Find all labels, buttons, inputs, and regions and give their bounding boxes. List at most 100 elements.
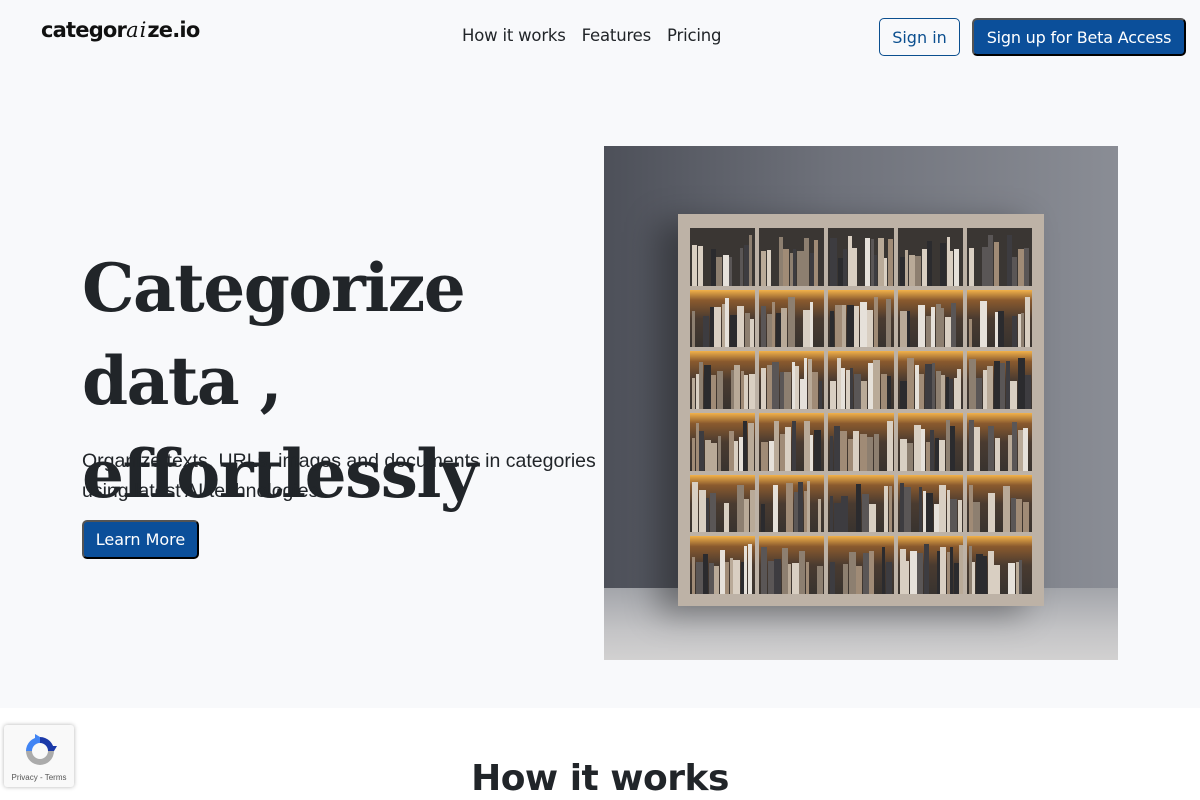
book: [968, 359, 976, 409]
book: [807, 481, 811, 533]
book: [979, 301, 987, 348]
book: [1019, 560, 1023, 594]
book: [781, 308, 788, 348]
book: [861, 494, 869, 533]
book: [1012, 421, 1018, 471]
book: [880, 374, 887, 409]
shelf-cell: [759, 289, 825, 348]
book: [867, 363, 873, 409]
book: [934, 437, 939, 471]
book: [795, 366, 800, 409]
book: [853, 374, 861, 409]
book: [761, 306, 767, 348]
book: [994, 437, 1000, 471]
book: [830, 381, 837, 409]
nav-link-features[interactable]: Features: [582, 26, 652, 45]
nav-link-how-it-works[interactable]: How it works: [462, 26, 566, 45]
book: [940, 547, 947, 594]
book: [736, 485, 744, 533]
book: [799, 379, 804, 409]
book: [750, 319, 754, 348]
book: [722, 254, 729, 286]
book: [981, 246, 988, 286]
book: [711, 375, 716, 409]
book: [968, 319, 972, 348]
section-title: How it works: [471, 758, 729, 799]
book: [779, 372, 784, 409]
book: [830, 562, 836, 594]
book: [716, 256, 722, 286]
shelf-cell: [759, 413, 825, 471]
book: [887, 376, 892, 409]
sign-in-button[interactable]: Sign in: [879, 18, 960, 56]
book: [748, 374, 755, 409]
book: [725, 562, 729, 594]
book: [873, 433, 879, 471]
recaptcha-links[interactable]: Privacy - Terms: [4, 773, 74, 782]
book: [728, 430, 734, 471]
book: [761, 250, 767, 286]
logo-prefix: categor: [41, 18, 127, 42]
book: [783, 248, 790, 286]
book: [885, 562, 892, 594]
book: [692, 244, 697, 286]
shelf-cell: [690, 536, 756, 594]
book: [704, 439, 711, 471]
book: [841, 496, 849, 533]
shelf-cell: [897, 474, 963, 533]
book: [913, 424, 921, 471]
book: [836, 358, 841, 409]
book: [709, 307, 714, 348]
book: [873, 297, 878, 348]
book: [710, 248, 716, 286]
shelf-cell: [828, 351, 894, 409]
book: [935, 304, 941, 348]
book: [692, 311, 695, 348]
book: [899, 311, 907, 348]
book: [725, 298, 729, 348]
shelf-cell: [828, 474, 894, 533]
book: [1017, 429, 1023, 471]
book: [931, 307, 936, 348]
book: [841, 368, 846, 409]
book: [737, 306, 744, 348]
book: [773, 485, 779, 533]
book: [904, 487, 912, 533]
book: [988, 493, 996, 533]
book: [953, 248, 959, 286]
book: [869, 504, 877, 533]
book: [768, 440, 774, 471]
book: [899, 256, 905, 286]
book: [714, 307, 721, 348]
book: [886, 420, 893, 471]
book: [1000, 363, 1006, 409]
recaptcha-badge[interactable]: Privacy - Terms: [4, 725, 74, 787]
book: [926, 493, 934, 533]
book: [933, 504, 939, 533]
book: [733, 560, 740, 594]
book: [743, 244, 749, 286]
logo[interactable]: categoraize.io: [41, 18, 200, 42]
book: [1005, 361, 1010, 409]
nav-link-pricing[interactable]: Pricing: [667, 26, 721, 45]
book: [935, 371, 941, 409]
book: [703, 316, 709, 348]
book: [843, 248, 848, 286]
shelf-cell: [966, 474, 1032, 533]
book: [796, 250, 804, 286]
book: [914, 365, 919, 409]
recaptcha-icon: [26, 734, 57, 765]
shelf-cell: [966, 228, 1032, 286]
book: [799, 551, 806, 594]
book: [761, 504, 766, 533]
book: [918, 305, 926, 348]
learn-more-button[interactable]: Learn More: [82, 520, 199, 559]
book: [717, 435, 721, 471]
book: [949, 379, 954, 409]
how-it-works-section: How it works: [0, 708, 1200, 800]
book: [787, 297, 795, 348]
book: [845, 370, 850, 409]
book: [744, 499, 749, 533]
sign-up-beta-button[interactable]: Sign up for Beta Access: [972, 18, 1186, 56]
book: [987, 366, 994, 409]
